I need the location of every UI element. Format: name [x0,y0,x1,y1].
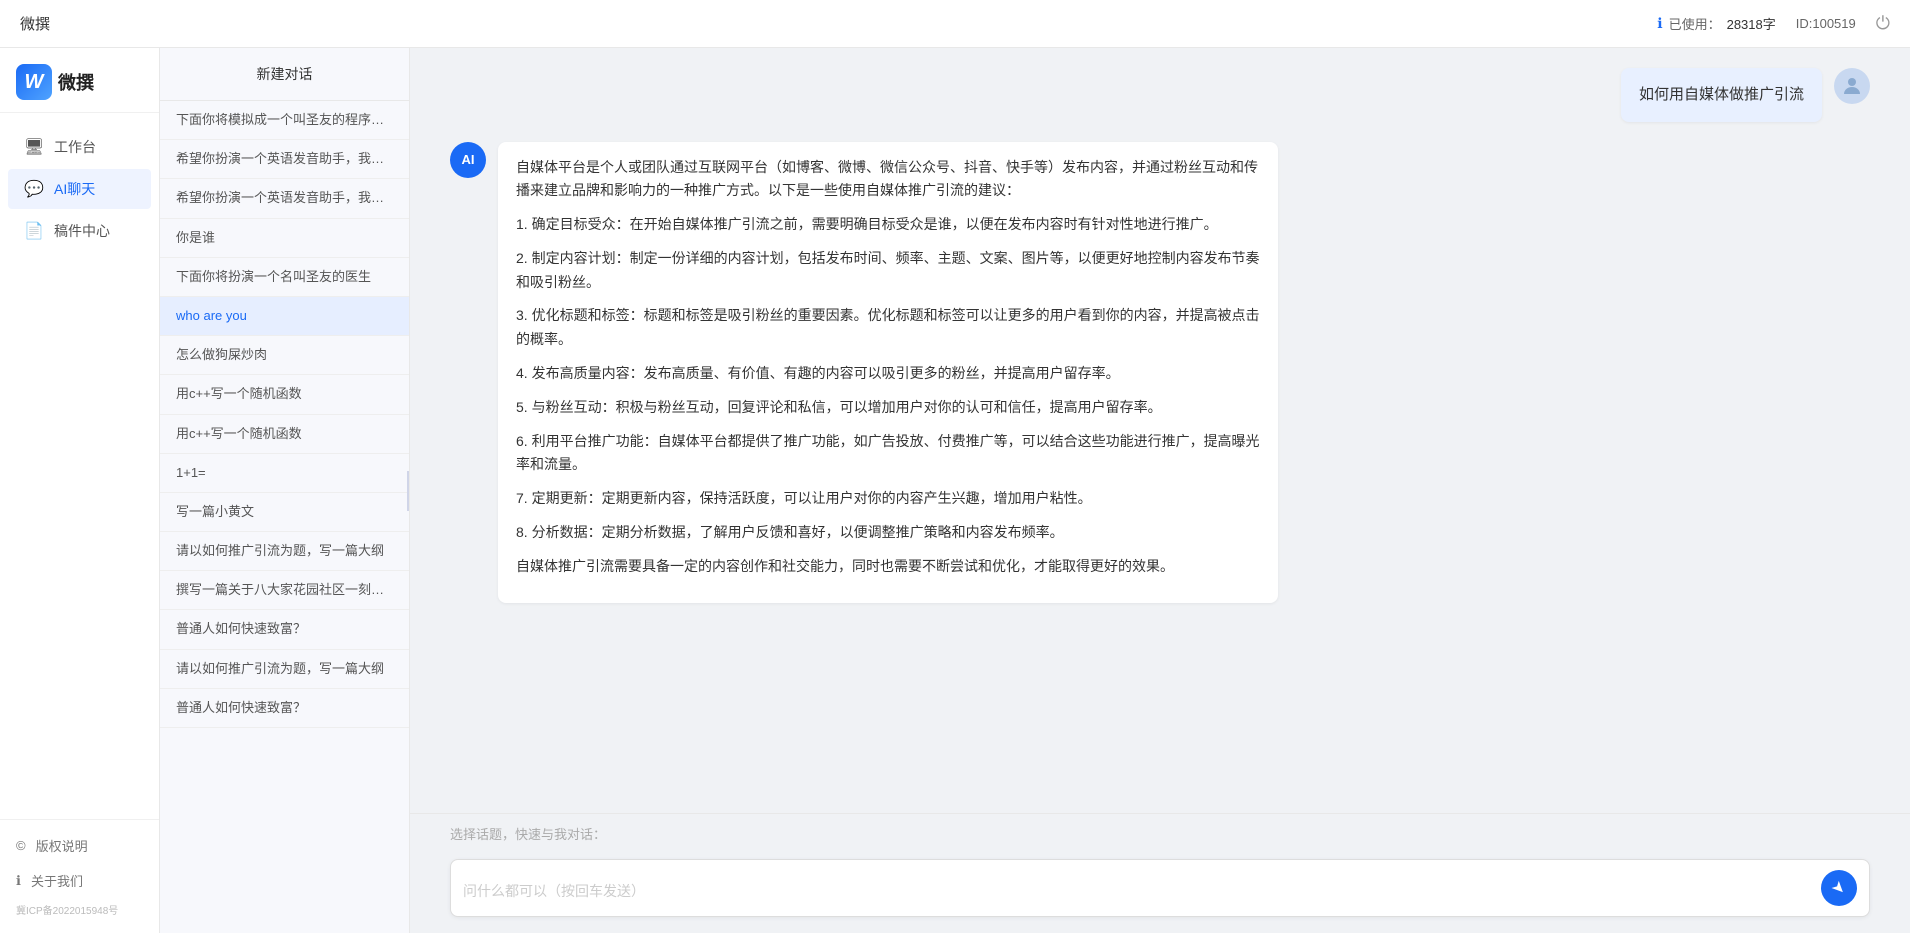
list-item[interactable]: who are you [160,297,409,336]
ai-message-bubble: 自媒体平台是个人或团队通过互联网平台（如博客、微博、微信公众号、抖音、快手等）发… [498,142,1278,603]
topbar-usage: ℹ 已使用： 28318字 [1657,14,1776,33]
list-item[interactable]: 请以如何推广引流为题，写一篇大纲 [160,650,409,689]
sidebar-nav: 🖥 工作台 💬 AI聊天 📄 稿件中心 [0,113,159,265]
send-button[interactable]: ➤ [1821,870,1857,906]
new-chat-button[interactable]: 新建对话 [160,48,409,101]
sidebar-item-drafts-label: 稿件中心 [54,221,110,241]
quick-bar: 选择话题，快速与我对话： [410,813,1910,849]
sidebar-item-copyright[interactable]: © 版权说明 [0,828,159,863]
list-item[interactable]: 写一篇小黄文 [160,493,409,532]
list-item[interactable]: 用c++写一个随机函数 [160,375,409,414]
list-item[interactable]: 你是谁 [160,219,409,258]
about-icon: ℹ [16,873,21,889]
sidebar-logo: W 微撰 [0,48,159,113]
usage-icon: ℹ [1657,15,1662,32]
list-item[interactable]: 希望你扮演一个英语发音助手，我提供给你... [160,179,409,218]
logo-text: 微撰 [58,69,94,95]
sidebar-footer: © 版权说明 ℹ 关于我们 冀ICP备2022015948号 [0,819,159,933]
list-item[interactable]: 希望你扮演一个英语发音助手，我提供给你... [160,140,409,179]
list-item[interactable]: 普通人如何快速致富？ [160,610,409,649]
ai-chat-icon: 💬 [24,179,44,199]
message-row-ai: AI 自媒体平台是个人或团队通过互联网平台（如博客、微博、微信公众号、抖音、快手… [450,142,1870,603]
chat-items: 下面你将模拟成一个叫圣友的程序员，我说... 希望你扮演一个英语发音助手，我提供… [160,101,409,933]
collapse-sidebar-button[interactable]: ◀ [407,471,410,511]
ai-avatar: AI [450,142,486,178]
list-item[interactable]: 用c++写一个随机函数 [160,415,409,454]
list-item[interactable]: 下面你将模拟成一个叫圣友的程序员，我说... [160,101,409,140]
chat-main: 如何用自媒体做推广引流 AI 自媒体平台是个人或团队通过互联网平台（如博客、微博… [410,48,1910,933]
list-item[interactable]: 怎么做狗屎炒肉 [160,336,409,375]
message-row-user: 如何用自媒体做推广引流 [450,68,1870,122]
chat-input[interactable] [463,882,1813,906]
ai-para-4: 4. 发布高质量内容：发布高质量、有价值、有趣的内容可以吸引更多的粉丝，并提高用… [516,362,1260,386]
user-avatar [1834,68,1870,104]
copyright-icon: © [16,838,26,853]
sidebar: W 微撰 🖥 工作台 💬 AI聊天 📄 稿件中心 © 版权说明 ℹ [0,48,160,933]
send-icon: ➤ [1827,876,1851,900]
list-item[interactable]: 普通人如何快速致富？ [160,689,409,728]
about-label: 关于我们 [31,871,83,890]
sidebar-item-ai-chat-label: AI聊天 [54,179,95,199]
ai-para-3: 3. 优化标题和标签：标题和标签是吸引粉丝的重要因素。优化标题和标签可以让更多的… [516,304,1260,352]
copyright-label: 版权说明 [36,836,88,855]
topbar-right: ℹ 已使用： 28318字 ID:100519 ⏻ [1657,13,1890,34]
user-question-text: 如何用自媒体做推广引流 [1639,86,1804,103]
input-box: ➤ [450,859,1870,917]
ai-para-9: 自媒体推广引流需要具备一定的内容创作和社交能力，同时也需要不断尝试和优化，才能取… [516,555,1260,579]
main-layout: W 微撰 🖥 工作台 💬 AI聊天 📄 稿件中心 © 版权说明 ℹ [0,48,1910,933]
logout-button[interactable]: ⏻ [1876,13,1890,34]
usage-value: 28318字 [1727,14,1776,33]
input-area: ➤ [410,849,1910,933]
usage-label: 已使用： [1669,14,1721,33]
icp-text: 冀ICP备2022015948号 [0,898,159,925]
topbar: 微撰 ℹ 已使用： 28318字 ID:100519 ⏻ [0,0,1910,48]
topbar-id: ID:100519 [1796,16,1856,31]
logo-icon: W [16,64,52,100]
chat-list: 新建对话 下面你将模拟成一个叫圣友的程序员，我说... 希望你扮演一个英语发音助… [160,48,410,933]
ai-para-0: 自媒体平台是个人或团队通过互联网平台（如博客、微博、微信公众号、抖音、快手等）发… [516,156,1260,204]
sidebar-item-drafts[interactable]: 📄 稿件中心 [8,211,151,251]
list-item[interactable]: 撰写一篇关于八大家花园社区一刻钟便民生... [160,571,409,610]
quick-bar-label: 选择话题，快速与我对话： [450,827,606,842]
drafts-icon: 📄 [24,221,44,241]
ai-para-8: 8. 分析数据：定期分析数据，了解用户反馈和喜好，以便调整推广策略和内容发布频率… [516,521,1260,545]
ai-para-5: 5. 与粉丝互动：积极与粉丝互动，回复评论和私信，可以增加用户对你的认可和信任，… [516,396,1260,420]
topbar-title: 微撰 [20,13,50,34]
user-message-bubble: 如何用自媒体做推广引流 [1621,68,1822,122]
chat-messages: 如何用自媒体做推广引流 AI 自媒体平台是个人或团队通过互联网平台（如博客、微博… [410,48,1910,813]
sidebar-item-workspace[interactable]: 🖥 工作台 [8,127,151,167]
ai-para-2: 2. 制定内容计划：制定一份详细的内容计划，包括发布时间、频率、主题、文案、图片… [516,247,1260,295]
list-item[interactable]: 请以如何推广引流为题，写一篇大纲 [160,532,409,571]
sidebar-item-workspace-label: 工作台 [54,137,96,157]
ai-para-7: 7. 定期更新：定期更新内容，保持活跃度，可以让用户对你的内容产生兴趣，增加用户… [516,487,1260,511]
ai-para-1: 1. 确定目标受众：在开始自媒体推广引流之前，需要明确目标受众是谁，以便在发布内… [516,213,1260,237]
workspace-icon: 🖥 [24,137,44,157]
sidebar-item-ai-chat[interactable]: 💬 AI聊天 [8,169,151,209]
ai-para-6: 6. 利用平台推广功能：自媒体平台都提供了推广功能，如广告投放、付费推广等，可以… [516,430,1260,478]
list-item[interactable]: 1+1= [160,454,409,493]
list-item[interactable]: 下面你将扮演一个名叫圣友的医生 [160,258,409,297]
sidebar-item-about[interactable]: ℹ 关于我们 [0,863,159,898]
